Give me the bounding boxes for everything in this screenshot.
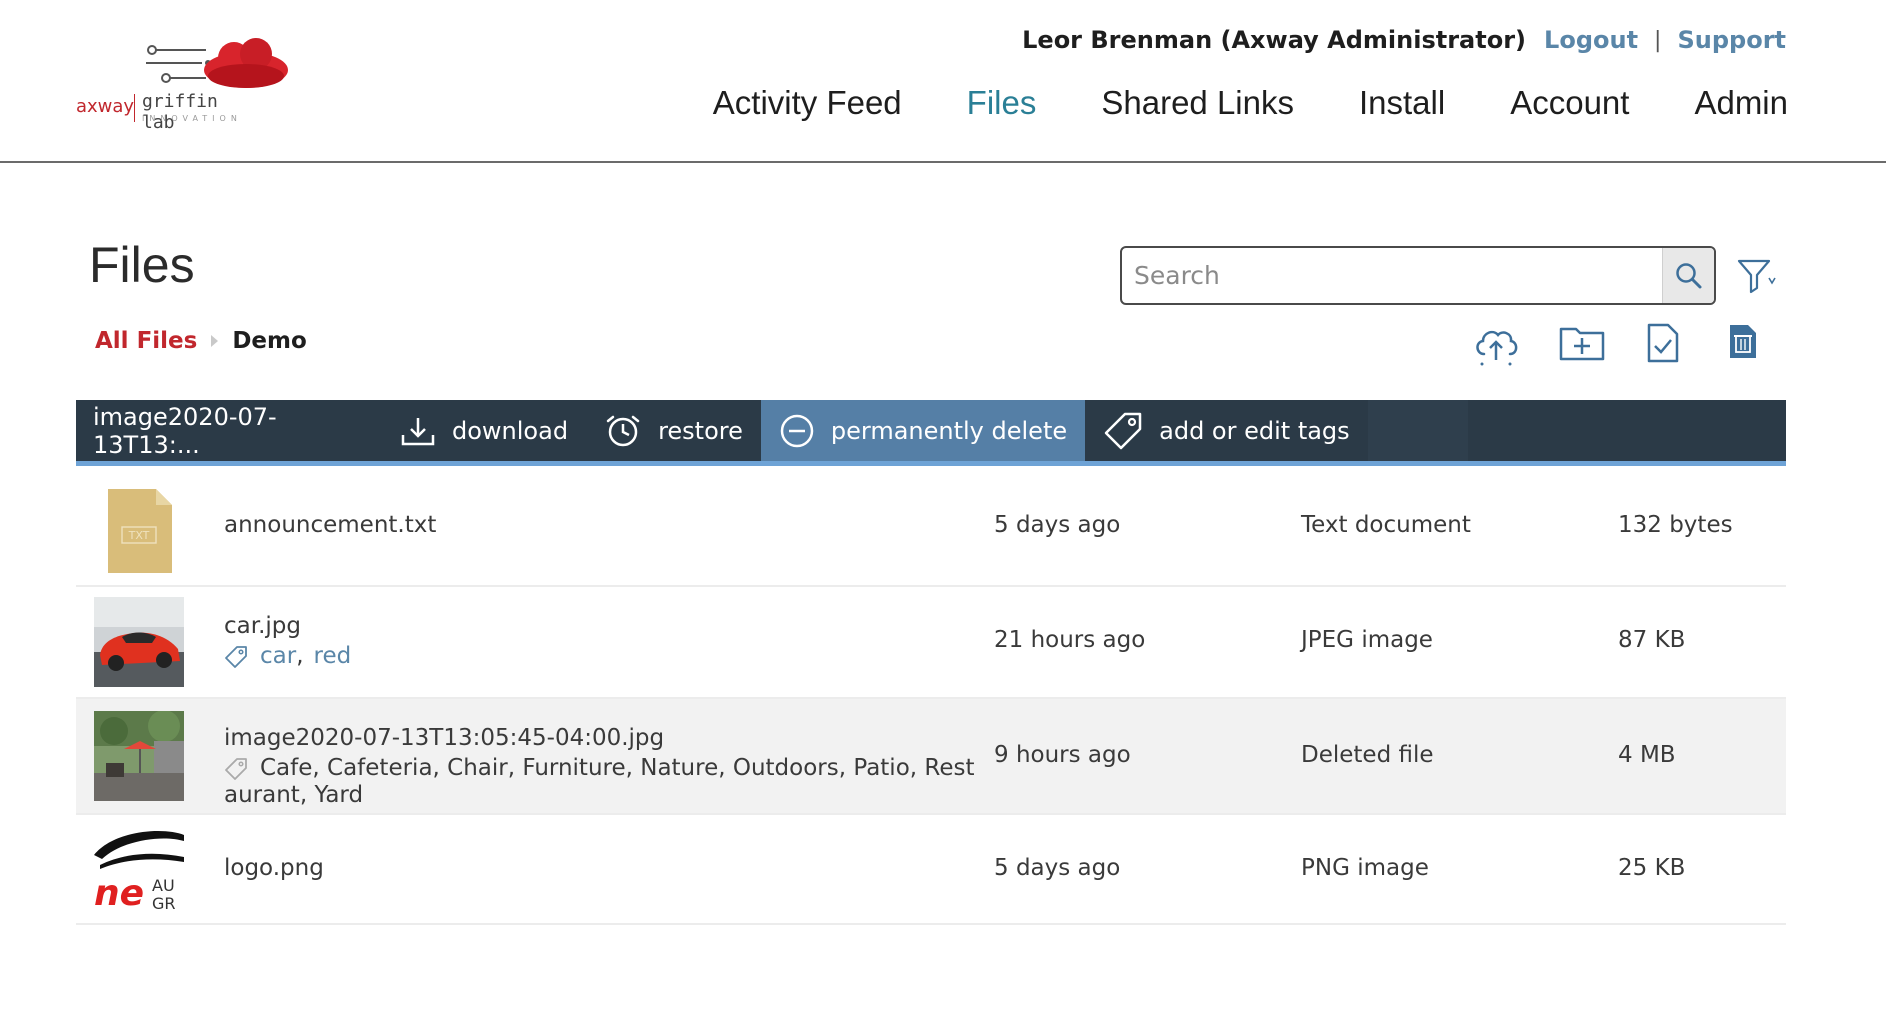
- tag-list-continued: aurant, Yard: [224, 782, 364, 808]
- tag-list: Cafe, Cafeteria, Chair, Furniture, Natur…: [260, 755, 975, 781]
- add-edit-tags-label: add or edit tags: [1159, 416, 1350, 445]
- support-link[interactable]: Support: [1677, 26, 1786, 54]
- file-size: 4 MB: [1618, 742, 1676, 768]
- permanently-delete-button[interactable]: permanently delete: [760, 400, 1086, 461]
- nav-account[interactable]: Account: [1510, 84, 1629, 122]
- download-label: download: [452, 416, 569, 445]
- restore-button[interactable]: restore: [586, 400, 761, 461]
- breadcrumb-current: Demo: [232, 328, 307, 354]
- file-tags: car , red: [224, 643, 351, 669]
- new-folder-icon[interactable]: [1558, 322, 1606, 362]
- file-modified: 9 hours ago: [994, 742, 1131, 768]
- breadcrumb-all-files[interactable]: All Files: [95, 328, 197, 354]
- user-name: Leor Brenman (Axway Administrator): [1022, 26, 1527, 54]
- main-navigation: Activity Feed Files Shared Links Install…: [648, 84, 1788, 122]
- file-modified: 5 days ago: [994, 512, 1121, 538]
- file-modified: 21 hours ago: [994, 627, 1146, 653]
- download-icon: [401, 417, 435, 445]
- logo-thumb-text-ne: ne: [94, 873, 144, 914]
- tag-icon: [225, 646, 247, 668]
- permanently-delete-label: permanently delete: [830, 416, 1068, 445]
- add-edit-tags-button[interactable]: add or edit tags: [1085, 400, 1368, 461]
- restore-clock-icon: [606, 415, 640, 446]
- minus-circle-icon: [780, 414, 814, 447]
- patio-image: [94, 711, 184, 801]
- user-bar: Leor Brenman (Axway Administrator) Logou…: [1022, 26, 1786, 54]
- cloud-upload-icon[interactable]: [1472, 322, 1520, 368]
- txt-thumb-label: TXT: [128, 529, 150, 542]
- logo-divider: [134, 94, 135, 122]
- nav-admin[interactable]: Admin: [1694, 84, 1788, 122]
- file-name[interactable]: car.jpg: [224, 613, 351, 639]
- file-actions: [1470, 322, 1770, 372]
- selected-file-name: image2020-07-13T13:...: [93, 402, 277, 459]
- txt-file-thumbnail: TXT: [104, 487, 174, 577]
- table-row[interactable]: TXT announcement.txt 5 days ago Text doc…: [76, 471, 1786, 587]
- tag-link-car[interactable]: car: [260, 643, 296, 669]
- file-type: JPEG image: [1301, 627, 1433, 653]
- logout-link[interactable]: Logout: [1544, 26, 1638, 54]
- select-file-icon[interactable]: [1646, 322, 1680, 364]
- logo-tagline-text: INNOVATION: [142, 114, 242, 123]
- tag-icon: [1104, 412, 1142, 449]
- file-name-block: image2020-07-13T13:05:45-04:00.jpg Cafe,…: [224, 725, 984, 809]
- file-name[interactable]: image2020-07-13T13:05:45-04:00.jpg: [224, 725, 984, 751]
- patio-photo-thumbnail: [94, 711, 184, 801]
- search-input[interactable]: [1122, 248, 1662, 303]
- nav-install[interactable]: Install: [1359, 84, 1445, 122]
- file-modified: 5 days ago: [994, 855, 1121, 881]
- logo-brand-text: axway: [76, 96, 135, 117]
- file-size: 25 KB: [1618, 855, 1686, 881]
- breadcrumb-arrow-icon: [211, 335, 219, 347]
- filter-icon[interactable]: [1736, 256, 1778, 296]
- axway-griffin-lab-logo[interactable]: axway griffin lab INNOVATION: [74, 34, 288, 133]
- logo-thumb-text-au: AU: [152, 876, 175, 895]
- tag-link-red[interactable]: red: [314, 643, 352, 669]
- app-header: axway griffin lab INNOVATION Leor Brenma…: [0, 0, 1886, 163]
- text-document-icon: TXT: [108, 489, 172, 573]
- file-name[interactable]: logo.png: [224, 855, 324, 881]
- search-button[interactable]: [1662, 248, 1714, 303]
- breadcrumb: All Files Demo: [95, 328, 307, 354]
- download-button[interactable]: download: [382, 400, 586, 461]
- search-icon: [1675, 262, 1701, 288]
- nav-files[interactable]: Files: [967, 84, 1037, 122]
- car-photo-thumbnail: [94, 597, 184, 687]
- logo-thumb-text-gr: GR: [152, 894, 176, 913]
- table-row-selected[interactable]: image2020-07-13T13:05:45-04:00.jpg Cafe,…: [76, 699, 1786, 815]
- restore-label: restore: [658, 416, 743, 445]
- file-size: 132 bytes: [1618, 512, 1733, 538]
- page-title: Files: [89, 237, 195, 293]
- trash-icon[interactable]: [1728, 322, 1758, 360]
- nav-shared-links[interactable]: Shared Links: [1101, 84, 1294, 122]
- logo-image-thumbnail: ne AU GR: [94, 825, 184, 915]
- table-row[interactable]: car.jpg car , red 21 hours ago JPEG imag…: [76, 587, 1786, 699]
- file-type: PNG image: [1301, 855, 1429, 881]
- user-bar-separator: |: [1654, 27, 1662, 53]
- car-image: [94, 597, 184, 687]
- table-row[interactable]: ne AU GR logo.png 5 days ago PNG image 2…: [76, 815, 1786, 925]
- tag-icon: [225, 758, 247, 780]
- logo-product-text: griffin lab: [142, 91, 218, 133]
- file-name-block: car.jpg car , red: [224, 613, 351, 669]
- file-type: Text document: [1301, 512, 1471, 538]
- file-name[interactable]: announcement.txt: [224, 512, 436, 538]
- nav-activity-feed[interactable]: Activity Feed: [713, 84, 902, 122]
- search-box: [1120, 246, 1716, 305]
- file-type: Deleted file: [1301, 742, 1434, 768]
- logo-image: ne AU GR: [94, 825, 184, 915]
- tag-separator: ,: [296, 643, 304, 669]
- file-tags: Cafe, Cafeteria, Chair, Furniture, Natur…: [224, 755, 984, 782]
- selection-toolbar: image2020-07-13T13:... download restore …: [76, 400, 1786, 466]
- cloud-circuit-logo-icon: [146, 38, 288, 88]
- toolbar-spacer: [1367, 400, 1468, 461]
- file-list: TXT announcement.txt 5 days ago Text doc…: [76, 471, 1786, 925]
- file-size: 87 KB: [1618, 627, 1686, 653]
